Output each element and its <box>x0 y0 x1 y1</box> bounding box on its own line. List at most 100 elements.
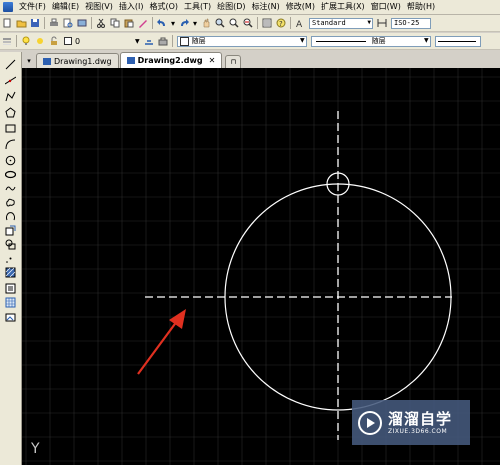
point-icon[interactable] <box>4 252 17 265</box>
menu-bar: 文件(F) 编辑(E) 视图(V) 插入(I) 格式(O) 工具(T) 绘图(D… <box>0 0 500 15</box>
save-icon[interactable] <box>29 17 41 29</box>
play-logo-icon <box>358 410 382 435</box>
watermark-text: 溜溜自学 ZIXUE.3D66.COM <box>388 410 452 435</box>
menu-draw[interactable]: 绘图(D) <box>214 0 248 14</box>
ellipse-icon[interactable] <box>4 168 17 181</box>
tab-drawing1[interactable]: Drawing1.dwg <box>36 53 119 68</box>
cut-icon[interactable] <box>95 17 107 29</box>
menu-dimension[interactable]: 标注(N) <box>249 0 283 14</box>
zoom-previous-icon[interactable] <box>242 17 254 29</box>
undo-icon[interactable] <box>156 17 168 29</box>
image-icon[interactable] <box>4 311 17 324</box>
layer-color-icon[interactable] <box>62 35 74 47</box>
menu-edit[interactable]: 编辑(E) <box>49 0 82 14</box>
menu-help[interactable]: 帮助(H) <box>404 0 438 14</box>
toolbar-separator <box>44 17 45 29</box>
print-preview-icon[interactable] <box>62 17 74 29</box>
toolbar-separator <box>171 35 173 47</box>
toolbar-separator <box>152 17 153 29</box>
toolbar-separator <box>290 17 291 29</box>
circle-icon[interactable] <box>4 154 17 167</box>
layers-toolbar: 0 ▼ 随层 ▼ 随层 ▼ <box>0 33 500 50</box>
chevron-down-icon[interactable]: ▾ <box>170 17 176 29</box>
gradient-icon[interactable] <box>4 282 17 295</box>
linetype-value: 随层 <box>371 37 386 45</box>
chevron-down-icon: ▼ <box>424 36 429 44</box>
arrow-head <box>169 309 186 329</box>
zoom-realtime-icon[interactable] <box>214 17 226 29</box>
text-style-icon[interactable]: A <box>294 17 306 29</box>
toolbar-separator <box>91 17 92 29</box>
watermark-url: ZIXUE.3D66.COM <box>388 428 448 435</box>
ellipse-arc-icon[interactable] <box>4 210 17 223</box>
publish-icon[interactable] <box>76 17 88 29</box>
close-icon[interactable]: ✕ <box>209 56 216 65</box>
color-swatch-icon <box>179 36 189 46</box>
revision-cloud-icon[interactable] <box>4 196 17 209</box>
layer-manager-icon[interactable] <box>1 35 13 47</box>
chevron-down-icon: ▼ <box>300 36 305 44</box>
linetype-sample <box>315 40 366 42</box>
watermark-title: 溜溜自学 <box>388 410 453 428</box>
redo-icon[interactable] <box>178 17 190 29</box>
arc-icon[interactable] <box>4 138 17 151</box>
draw-toolbar <box>0 52 22 465</box>
new-tab-button[interactable]: ⊓ <box>225 55 242 68</box>
help-icon[interactable]: ? <box>275 17 287 29</box>
drawing-tab-bar: ▾ Drawing1.dwg Drawing2.dwg ✕ ⊓ <box>22 52 500 68</box>
make-current-layer-icon[interactable] <box>143 35 155 47</box>
paste-icon[interactable] <box>123 17 135 29</box>
zoom-window-icon[interactable] <box>228 17 240 29</box>
layer-value: 0 <box>75 36 81 46</box>
copy-icon[interactable] <box>109 17 121 29</box>
dwg-file-icon <box>43 57 51 65</box>
menu-extended-tools[interactable]: 扩展工具(X) <box>318 0 368 14</box>
menu-window[interactable]: 窗口(W) <box>368 0 404 14</box>
svg-text:?: ? <box>279 20 283 28</box>
polyline-icon[interactable] <box>4 90 17 103</box>
polygon-icon[interactable] <box>4 106 17 119</box>
text-style-value: Standard <box>312 19 346 27</box>
toolbar-separator <box>257 17 258 29</box>
new-file-icon[interactable] <box>1 17 13 29</box>
text-style-select[interactable]: Standard ▼ <box>309 17 373 29</box>
lock-icon[interactable] <box>48 35 60 47</box>
menu-insert[interactable]: 插入(I) <box>116 0 147 14</box>
tab-drawing2[interactable]: Drawing2.dwg ✕ <box>119 52 223 68</box>
chevron-down-icon[interactable]: ▾ <box>192 17 198 29</box>
line-icon[interactable] <box>4 58 17 71</box>
rectangle-icon[interactable] <box>4 122 17 135</box>
app-icon[interactable] <box>3 2 13 12</box>
print-icon[interactable] <box>48 17 60 29</box>
watermark: 溜溜自学 ZIXUE.3D66.COM <box>352 400 470 445</box>
construction-line-icon[interactable] <box>4 74 17 87</box>
linetype-select[interactable]: 随层 ▼ <box>310 35 431 47</box>
ucs-y-label: Y <box>31 441 40 457</box>
layer-previous-icon[interactable] <box>157 35 169 47</box>
chevron-down-icon[interactable]: ▼ <box>135 38 140 45</box>
make-block-icon[interactable] <box>4 238 17 251</box>
hatch-icon[interactable] <box>4 266 17 279</box>
menu-view[interactable]: 视图(V) <box>82 0 116 14</box>
lightbulb-icon[interactable] <box>20 35 32 47</box>
open-folder-icon[interactable] <box>15 17 27 29</box>
dimension-style-icon[interactable] <box>376 17 388 29</box>
properties-icon[interactable] <box>261 17 273 29</box>
match-properties-icon[interactable] <box>137 17 149 29</box>
sun-icon[interactable] <box>34 35 46 47</box>
tab-menu-icon[interactable]: ▾ <box>22 54 36 68</box>
dimension-style-select[interactable]: ISO-25 <box>391 17 431 29</box>
menu-modify[interactable]: 修改(M) <box>283 0 318 14</box>
pan-icon[interactable] <box>200 17 212 29</box>
menu-tools[interactable]: 工具(T) <box>181 0 214 14</box>
toolbar-separator <box>16 35 17 47</box>
color-select[interactable]: 随层 ▼ <box>176 35 307 47</box>
menu-file[interactable]: 文件(F) <box>16 0 49 14</box>
insert-block-icon[interactable] <box>4 224 17 237</box>
menu-format[interactable]: 格式(O) <box>146 0 181 14</box>
spline-icon[interactable] <box>4 182 17 195</box>
standard-toolbar: ▾ ▾ ? A Standard ▼ ISO-25 <box>0 15 500 32</box>
lineweight-select[interactable] <box>434 35 481 47</box>
dwg-file-icon <box>126 57 135 64</box>
table-icon[interactable] <box>4 296 17 309</box>
